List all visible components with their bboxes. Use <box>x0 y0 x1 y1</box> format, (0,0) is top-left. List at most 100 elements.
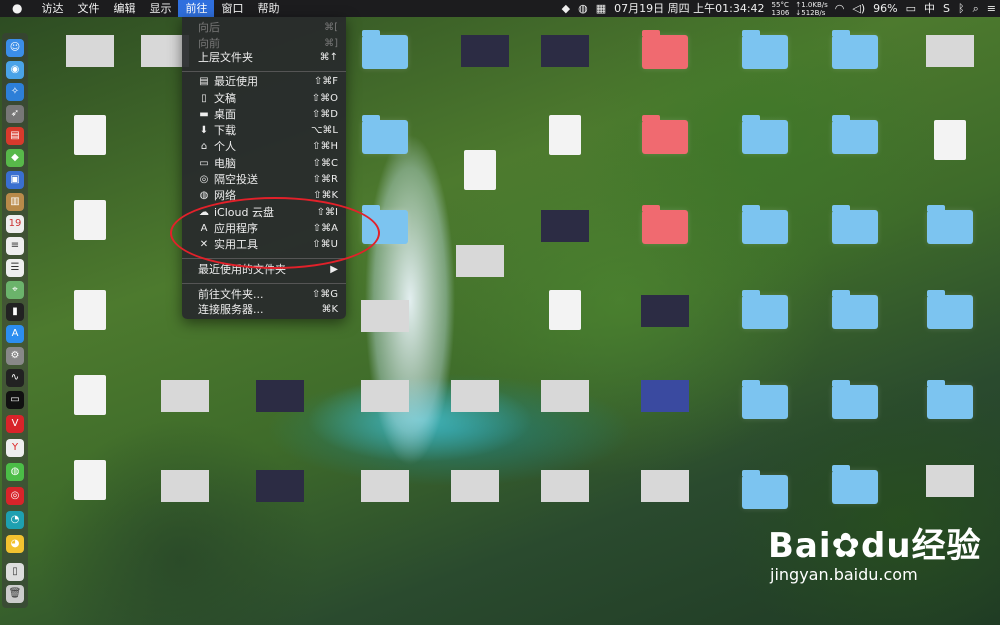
launchpad-icon[interactable]: ➶ <box>6 105 24 123</box>
desktop-file-icon[interactable] <box>245 470 315 502</box>
safari-icon[interactable]: ✧ <box>6 83 24 101</box>
contacts-icon[interactable]: ▥ <box>6 193 24 211</box>
volume-icon[interactable]: ◁) <box>848 0 869 17</box>
desktop-file-icon[interactable] <box>730 205 800 244</box>
spotlight-icon[interactable]: ⌕ <box>969 0 983 17</box>
desktop-file-icon[interactable] <box>730 115 800 154</box>
clock-datetime[interactable]: 07月19日 周四 上午01:34:42 <box>610 0 768 17</box>
desktop-file-icon[interactable] <box>55 200 125 240</box>
desktop-file-icon[interactable] <box>350 300 420 332</box>
desktop-file-icon[interactable] <box>820 205 890 244</box>
desktop-file-icon[interactable] <box>55 375 125 415</box>
menu-file[interactable]: 文件 <box>70 0 106 17</box>
menu-item-computer[interactable]: ▭ 电脑 ⇧⌘C <box>182 156 346 172</box>
android-status-icon[interactable]: ◆ <box>558 0 574 17</box>
menu-edit[interactable]: 编辑 <box>106 0 142 17</box>
desktop-file-icon[interactable] <box>55 290 125 330</box>
console-icon[interactable]: ▭ <box>6 391 24 409</box>
desktop-file-icon[interactable] <box>820 30 890 69</box>
terminal-icon[interactable]: ▮ <box>6 303 24 321</box>
desktop-file-icon[interactable] <box>530 380 600 412</box>
desktop-file-icon[interactable] <box>820 465 890 504</box>
desktop-file-icon[interactable] <box>915 290 985 329</box>
desktop-file-icon[interactable] <box>630 295 700 327</box>
desktop-file-icon[interactable] <box>915 35 985 67</box>
desktop-file-icon[interactable] <box>530 115 600 155</box>
desktop-file-icon[interactable] <box>350 115 420 154</box>
menu-item-go-to-folder[interactable]: 前往文件夹... ⇧⌘G <box>182 287 346 303</box>
battery-percent[interactable]: 96% <box>869 0 901 17</box>
menu-item-home[interactable]: ⌂ 个人 ⇧⌘H <box>182 139 346 155</box>
battery-icon[interactable]: ▭ <box>902 0 920 17</box>
desktop-file-icon[interactable] <box>350 470 420 502</box>
menu-item-downloads[interactable]: ⬇ 下载 ⌥⌘L <box>182 123 346 139</box>
app-store-icon[interactable]: A <box>6 325 24 343</box>
menu-view[interactable]: 显示 <box>142 0 178 17</box>
network-readout[interactable]: ↑1.0KB/s ↓512B/s <box>792 1 830 17</box>
menu-item-enclosing-folder[interactable]: 上层文件夹 ⌘↑ <box>182 50 346 66</box>
menu-finder[interactable]: 访达 <box>34 0 70 17</box>
desktop-file-icon[interactable] <box>730 30 800 69</box>
desktop-file-icon[interactable] <box>445 245 515 277</box>
desktop-file-icon[interactable] <box>530 470 600 502</box>
globe-icon[interactable]: ◍ <box>574 0 592 17</box>
desktop-file-icon[interactable] <box>55 115 125 155</box>
desktop-file-icon[interactable] <box>820 115 890 154</box>
bluetooth-icon[interactable]: ᛒ <box>954 0 969 17</box>
desktop-file-icon[interactable] <box>150 380 220 412</box>
skitch-icon[interactable]: ◔ <box>6 511 24 529</box>
desktop-file-icon[interactable] <box>530 290 600 330</box>
desktop-file-icon[interactable] <box>915 205 985 244</box>
calendar-app-icon[interactable]: ▤ <box>6 127 24 145</box>
desktop-file-icon[interactable] <box>915 465 985 497</box>
wechat-icon[interactable]: ◍ <box>6 463 24 481</box>
desktop-file-icon[interactable] <box>440 380 510 412</box>
menu-item-desktop[interactable]: ▬ 桌面 ⇧⌘D <box>182 107 346 123</box>
desktop-file-icon[interactable] <box>630 470 700 502</box>
desktop-file-icon[interactable] <box>820 290 890 329</box>
maps-icon[interactable]: ⌖ <box>6 281 24 299</box>
desktop-file-icon[interactable] <box>55 35 125 67</box>
desktop[interactable]: ☺ ◉ ✧ ➶ ▤ ◆ ▣ ▥ 19 ≡ ☰ ⌖ ▮ A ⚙ ∿ ▭ V Y ◍… <box>0 0 1000 625</box>
notification-center-icon[interactable]: ≡ <box>983 0 1000 17</box>
desktop-file-icon[interactable] <box>915 120 985 160</box>
activity-monitor-icon[interactable]: ∿ <box>6 369 24 387</box>
android-icon[interactable]: ◆ <box>6 149 24 167</box>
apple-menu-icon[interactable]: ● <box>0 0 34 17</box>
menu-item-recents[interactable]: ▤ 最近使用 ⇧⌘F <box>182 74 346 90</box>
sogou-icon[interactable]: S <box>939 0 954 17</box>
sensor-readout[interactable]: 55°C 1306 <box>769 1 793 17</box>
desktop-file-icon[interactable] <box>445 150 515 190</box>
finder-icon[interactable]: ☺ <box>6 39 24 57</box>
menu-go[interactable]: 前往 <box>178 0 215 17</box>
desktop-file-icon[interactable] <box>245 380 315 412</box>
desktop-file-icon[interactable] <box>630 380 700 412</box>
desktop-file-icon[interactable] <box>350 30 420 69</box>
desktop-file-icon[interactable] <box>630 30 700 69</box>
menu-help[interactable]: 帮助 <box>250 0 286 17</box>
desktop-file-icon[interactable] <box>630 205 700 244</box>
desktop-file-icon[interactable] <box>450 35 520 67</box>
desktop-file-icon[interactable] <box>530 35 600 67</box>
reminders-icon[interactable]: ☰ <box>6 259 24 277</box>
chrome-icon[interactable]: ◕ <box>6 535 24 553</box>
desktop-file-icon[interactable] <box>630 115 700 154</box>
documents-stack-icon[interactable]: ▯ <box>6 563 24 581</box>
desktop-file-icon[interactable] <box>820 380 890 419</box>
preview-icon[interactable]: ▣ <box>6 171 24 189</box>
desktop-file-icon[interactable] <box>440 470 510 502</box>
weibo-icon[interactable]: ◎ <box>6 487 24 505</box>
vivaldi-icon[interactable]: V <box>6 415 24 433</box>
input-method[interactable]: 中 <box>920 0 939 17</box>
wifi-icon[interactable]: ◠ <box>831 0 849 17</box>
desktop-file-icon[interactable] <box>350 380 420 412</box>
menu-item-documents[interactable]: ▯ 文稿 ⇧⌘O <box>182 91 346 107</box>
desktop-file-icon[interactable] <box>915 380 985 419</box>
desktop-file-icon[interactable] <box>730 380 800 419</box>
desktop-file-icon[interactable] <box>730 470 800 509</box>
grid-icon[interactable]: ▦ <box>592 0 610 17</box>
calendar-icon[interactable]: 19 <box>6 215 24 233</box>
desktop-file-icon[interactable] <box>150 470 220 502</box>
notes-icon[interactable]: ≡ <box>6 237 24 255</box>
menu-item-back[interactable]: 向后 ⌘[ <box>182 20 346 36</box>
